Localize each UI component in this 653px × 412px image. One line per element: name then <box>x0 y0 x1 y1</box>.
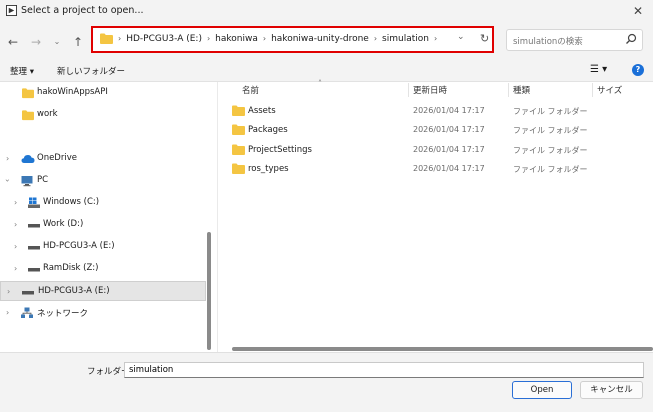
file-list-scrollbar[interactable] <box>232 347 653 351</box>
nav-pane-scrollbar[interactable] <box>207 232 211 350</box>
search-placeholder: simulationの検索 <box>513 37 583 47</box>
close-icon[interactable]: ✕ <box>630 3 646 19</box>
drive-icon <box>28 268 40 272</box>
computer-icon <box>21 176 33 187</box>
back-button[interactable]: ← <box>5 34 21 50</box>
nav-item-label: Windows (C:) <box>43 197 100 207</box>
search-input[interactable]: simulationの検索 <box>506 29 643 51</box>
sort-ascending-icon: ˄ <box>318 79 322 88</box>
nav-item-pc[interactable]: › PC <box>0 171 206 191</box>
open-button[interactable]: Open <box>512 381 572 399</box>
table-row[interactable]: Assets 2026/01/04 17:17 ファイル フォルダー <box>218 102 653 121</box>
file-date: 2026/01/04 17:17 <box>413 125 485 134</box>
nav-item-ramdisk-z[interactable]: › RamDisk (Z:) <box>0 259 206 279</box>
command-bar: 整理 ▾ 新しいフォルダー ☰ ▾ ? <box>0 60 653 82</box>
table-row[interactable]: ros_types 2026/01/04 17:17 ファイル フォルダー <box>218 160 653 179</box>
nav-item-onedrive[interactable]: › OneDrive <box>0 149 206 169</box>
app-icon <box>6 5 17 16</box>
file-name: Assets <box>248 106 276 116</box>
file-date: 2026/01/04 17:17 <box>413 106 485 115</box>
file-type: ファイル フォルダー <box>513 146 588 155</box>
nav-item-work-d[interactable]: › Work (D:) <box>0 215 206 235</box>
column-header-name[interactable]: 名前 <box>242 84 259 96</box>
nav-item-label: HD-PCGU3-A (E:) <box>43 241 115 251</box>
chevron-right-icon[interactable]: › <box>7 287 10 296</box>
file-date: 2026/01/04 17:17 <box>413 164 485 173</box>
folder-icon <box>232 144 245 155</box>
table-row[interactable]: Packages 2026/01/04 17:17 ファイル フォルダー <box>218 121 653 140</box>
nav-item-label: Work (D:) <box>43 219 84 229</box>
nav-item-label: work <box>37 109 58 119</box>
chevron-right-icon[interactable]: › <box>6 154 9 163</box>
folder-icon <box>232 105 245 116</box>
forward-button[interactable]: → <box>28 34 44 50</box>
file-name: ros_types <box>248 164 289 174</box>
column-separator[interactable] <box>592 83 593 97</box>
search-icon <box>626 33 637 44</box>
column-header-size[interactable]: サイズ <box>597 84 622 96</box>
chevron-right-icon[interactable]: › <box>14 264 17 273</box>
nav-item-hd-pcgu3-e[interactable]: › HD-PCGU3-A (E:) <box>0 237 206 257</box>
new-folder-button[interactable]: 新しいフォルダー <box>57 65 125 77</box>
recent-locations-chevron-icon[interactable]: ⌄ <box>49 34 65 50</box>
table-row[interactable]: ProjectSettings 2026/01/04 17:17 ファイル フォ… <box>218 141 653 160</box>
folder-name-input[interactable] <box>124 362 644 378</box>
window-title: Select a project to open... <box>21 5 144 16</box>
nav-item-label: OneDrive <box>37 153 77 163</box>
nav-item-label: ネットワーク <box>37 309 89 319</box>
file-date: 2026/01/04 17:17 <box>413 145 485 154</box>
column-separator[interactable] <box>408 83 409 97</box>
column-header-type[interactable]: 種類 <box>513 84 530 96</box>
folder-icon <box>22 110 34 121</box>
chevron-right-icon[interactable]: › <box>14 220 17 229</box>
view-options-icon[interactable]: ☰ ▾ <box>590 64 607 75</box>
nav-item-network[interactable]: › ネットワーク <box>0 303 206 323</box>
folder-icon <box>232 124 245 135</box>
organize-label: 整理 <box>10 67 28 77</box>
cancel-button[interactable]: キャンセル <box>580 381 643 399</box>
column-separator[interactable] <box>508 83 509 97</box>
folder-icon <box>22 88 34 99</box>
nav-item-label: hakoWinAppsAPI <box>37 87 108 97</box>
nav-item-work-folder[interactable]: work <box>0 105 206 125</box>
organize-button[interactable]: 整理 ▾ <box>10 65 34 77</box>
title-bar: Select a project to open... ✕ <box>0 0 653 22</box>
folder-icon <box>232 163 245 174</box>
drive-icon <box>28 224 40 228</box>
nav-item-label: PC <box>37 175 49 185</box>
nav-item-label: RamDisk (Z:) <box>43 263 99 273</box>
chevron-right-icon[interactable]: › <box>14 198 17 207</box>
chevron-right-icon[interactable]: › <box>14 242 17 251</box>
nav-item-label: HD-PCGU3-A (E:) <box>38 286 110 296</box>
chevron-right-icon[interactable]: › <box>6 308 9 317</box>
column-header-date[interactable]: 更新日時 <box>413 84 447 96</box>
nav-item-hd-pcgu3-e-root[interactable]: › HD-PCGU3-A (E:) <box>0 281 206 301</box>
chevron-down-icon[interactable]: › <box>3 179 12 182</box>
file-type: ファイル フォルダー <box>513 126 588 135</box>
drive-icon <box>28 246 40 250</box>
cloud-icon <box>21 155 35 163</box>
windows-drive-icon <box>28 197 40 208</box>
file-name: ProjectSettings <box>248 145 312 155</box>
up-button[interactable]: ↑ <box>70 34 86 50</box>
network-icon <box>21 307 33 318</box>
help-icon[interactable]: ? <box>632 64 644 76</box>
drive-icon <box>22 291 34 295</box>
file-name: Packages <box>248 125 288 135</box>
file-type: ファイル フォルダー <box>513 165 588 174</box>
file-type: ファイル フォルダー <box>513 107 588 116</box>
file-list-header: ˄ 名前 更新日時 種類 サイズ <box>218 79 653 98</box>
navigation-pane: hakoWinAppsAPI work › OneDrive › PC › Wi… <box>0 82 214 352</box>
address-highlight-box <box>91 26 494 53</box>
nav-item-hakowinappsapi[interactable]: hakoWinAppsAPI <box>0 83 206 103</box>
nav-item-windows-c[interactable]: › Windows (C:) <box>0 193 206 213</box>
